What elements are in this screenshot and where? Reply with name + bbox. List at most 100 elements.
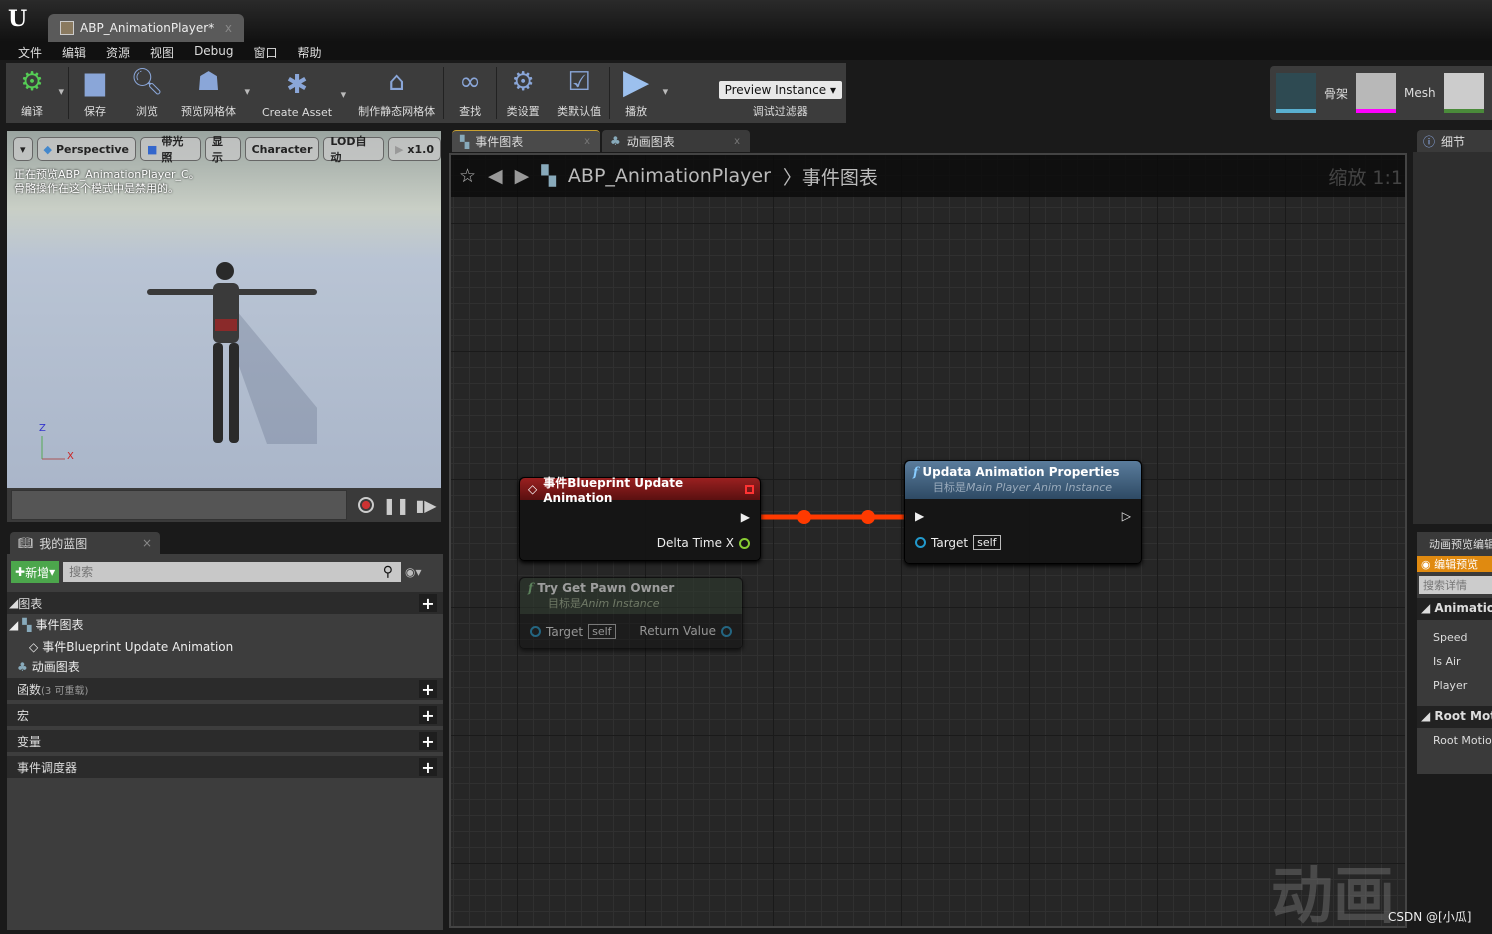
event-graph-icon: ▚ <box>460 134 470 149</box>
add-new-button[interactable]: ✚ 新增 ▾ <box>11 561 60 583</box>
graph-editor[interactable]: ☆ ◀ ▶ ▚ ABP_AnimationPlayer 〉 事件图表 缩放 1:… <box>449 153 1407 928</box>
character-button[interactable]: Character <box>244 137 320 161</box>
find-button[interactable]: ∞ 查找 <box>444 65 496 123</box>
menu-window[interactable]: 窗口 <box>244 42 288 60</box>
wire-reroute-knot[interactable] <box>861 510 875 524</box>
preview-mesh-button[interactable]: ☗ 预览网格体 <box>173 65 254 123</box>
mesh-thumbnail[interactable] <box>1356 73 1397 113</box>
add-function-button[interactable]: + <box>419 680 437 699</box>
search-input[interactable] <box>63 562 401 582</box>
visibility-eye-icon[interactable]: ◉▾ <box>405 565 439 579</box>
animation-section-header[interactable]: ◢ Animation <box>1417 598 1492 620</box>
save-button[interactable]: ▆ 保存 <box>69 65 121 123</box>
lit-button[interactable]: ■ 带光照 <box>140 135 201 164</box>
debug-filter-dropdown[interactable]: Preview Instance ▾ <box>718 81 842 99</box>
add-graph-button[interactable]: + <box>419 594 437 613</box>
preview-mesh-label: 预览网格体 <box>181 105 236 118</box>
section-graphs[interactable]: ◢ 图表 + <box>7 592 443 614</box>
exec-out-pin[interactable]: ▷ <box>1122 509 1131 523</box>
class-defaults-button[interactable]: ☑ 类默认值 <box>549 65 609 123</box>
tree-item-event-graph[interactable]: ◢ ▚ 事件图表 <box>7 616 443 633</box>
add-variable-button[interactable]: + <box>419 732 437 751</box>
close-tab-icon[interactable]: × <box>142 536 152 550</box>
graph-type-watermark: 动画 <box>1271 859 1396 928</box>
section-macros[interactable]: 宏 + <box>7 704 443 726</box>
play-speed-button[interactable]: ▶ x1.0 <box>387 137 441 161</box>
return-value-pin[interactable]: Return Value <box>639 624 732 638</box>
browse-button[interactable]: 🔍︎ 浏览 <box>121 65 173 123</box>
add-macro-button[interactable]: + <box>419 706 437 725</box>
event-graph-icon: ▚ <box>22 617 32 632</box>
tab-event-graph[interactable]: ▚ 事件图表 x <box>452 130 600 152</box>
play-button[interactable]: ▶ 播放 <box>610 62 672 123</box>
record-icon <box>358 497 374 513</box>
save-label: 保存 <box>84 105 106 118</box>
close-tab-icon[interactable]: x <box>584 136 590 147</box>
event-graph-label: 事件图表 <box>35 618 84 632</box>
section-variables[interactable]: 变量 + <box>7 730 443 752</box>
update-node-header: f Updata Animation Properties 目标是Main Pl… <box>905 461 1141 499</box>
menu-edit[interactable]: 编辑 <box>52 42 96 60</box>
wire-reroute-knot[interactable] <box>797 510 811 524</box>
menu-view[interactable]: 视图 <box>140 42 184 60</box>
viewport-playback-bar: ❚❚ ▮▶ <box>7 488 441 522</box>
make-static-mesh-button[interactable]: ⌂ 制作静态网格体 <box>350 65 443 123</box>
anim-graph-icon: ♣ <box>17 659 28 674</box>
compile-label: 编译 <box>21 105 43 118</box>
timeline-scrubber[interactable] <box>11 490 347 520</box>
mesh-label[interactable]: Mesh <box>1404 86 1436 100</box>
menu-asset[interactable]: 资源 <box>96 42 140 60</box>
target-pin[interactable]: Target self <box>915 535 1001 550</box>
skeleton-label[interactable]: 骨架 <box>1324 85 1348 102</box>
add-dispatcher-button[interactable]: + <box>419 758 437 777</box>
compile-button[interactable]: ⚙ 编译 <box>6 65 68 123</box>
event-node[interactable]: ◇ 事件Blueprint Update Animation ▶ Delta Ti… <box>519 476 761 561</box>
preview-viewport[interactable]: ▾ ◆ Perspective ■ 带光照 显示 Character LOD自动 ▶… <box>7 131 441 521</box>
target-pin[interactable]: Target self <box>530 624 616 639</box>
skeleton-thumbnail[interactable] <box>1276 73 1316 113</box>
search-details-input[interactable] <box>1419 576 1492 594</box>
edit-preview-label: 编辑预览 <box>1434 558 1479 571</box>
my-blueprint-tab[interactable]: 📖︎ 我的蓝图 × <box>10 532 160 554</box>
mesh-figure-icon: ☗ <box>196 67 221 97</box>
function-icon: f <box>913 465 919 479</box>
tab-anim-graph[interactable]: ♣ 动画图表 x <box>602 130 750 152</box>
delegate-pin-icon[interactable] <box>745 484 754 494</box>
delta-time-pin[interactable]: Delta Time X <box>657 536 750 550</box>
tree-item-anim-graph[interactable]: ♣ 动画图表 <box>7 658 443 675</box>
section-functions[interactable]: 函数 (3 可重载) + <box>7 678 443 700</box>
menu-debug[interactable]: Debug <box>184 42 243 60</box>
tree-item-event-node[interactable]: ◇ 事件Blueprint Update Animation <box>7 638 443 655</box>
close-tab-icon[interactable]: x <box>225 21 232 35</box>
record-button[interactable] <box>355 494 377 516</box>
find-label: 查找 <box>459 105 482 118</box>
create-asset-icon: ✱ <box>286 70 308 100</box>
class-settings-button[interactable]: ⚙ 类设置 <box>497 65 549 123</box>
make-static-mesh-label: 制作静态网格体 <box>358 105 436 118</box>
show-button[interactable]: 显示 <box>204 135 241 164</box>
exec-out-pin[interactable]: ▶ <box>741 510 750 524</box>
section-event-dispatchers[interactable]: 事件调度器 + <box>7 756 443 778</box>
lod-button[interactable]: LOD自动 <box>323 135 384 164</box>
menu-help[interactable]: 帮助 <box>288 42 332 60</box>
create-asset-button[interactable]: ✱ Create Asset <box>254 68 350 123</box>
perspective-button[interactable]: ◆ Perspective <box>36 137 137 161</box>
document-tab[interactable]: ABP_AnimationPlayer* x <box>48 14 244 42</box>
my-blueprint-tab-label: 我的蓝图 <box>39 536 88 551</box>
self-value[interactable]: self <box>973 535 1001 550</box>
animation-thumbnail[interactable] <box>1443 73 1484 113</box>
anim-preview-editor-tab[interactable]: 动画预览编辑器 <box>1417 532 1492 554</box>
root-motion-section-header[interactable]: ◢ Root Motion <box>1417 706 1492 728</box>
step-forward-button[interactable]: ▮▶ <box>415 494 437 516</box>
edit-preview-toggle[interactable]: ◉ 编辑预览 <box>1417 556 1492 572</box>
close-tab-icon[interactable]: x <box>734 136 740 147</box>
menu-file[interactable]: 文件 <box>8 42 52 60</box>
self-value[interactable]: self <box>588 624 616 639</box>
pawn-node-title: Try Get Pawn Owner <box>537 581 675 595</box>
details-tab[interactable]: ⓘ 细节 <box>1417 130 1492 152</box>
viewport-menu-button[interactable]: ▾ <box>13 137 33 161</box>
pause-button[interactable]: ❚❚ <box>383 494 410 516</box>
try-get-pawn-owner-node[interactable]: f Try Get Pawn Owner 目标是Anim Instance Ta… <box>519 577 743 649</box>
update-function-node[interactable]: f Updata Animation Properties 目标是Main Pl… <box>904 460 1142 564</box>
exec-in-pin[interactable]: ▶ <box>915 509 924 523</box>
